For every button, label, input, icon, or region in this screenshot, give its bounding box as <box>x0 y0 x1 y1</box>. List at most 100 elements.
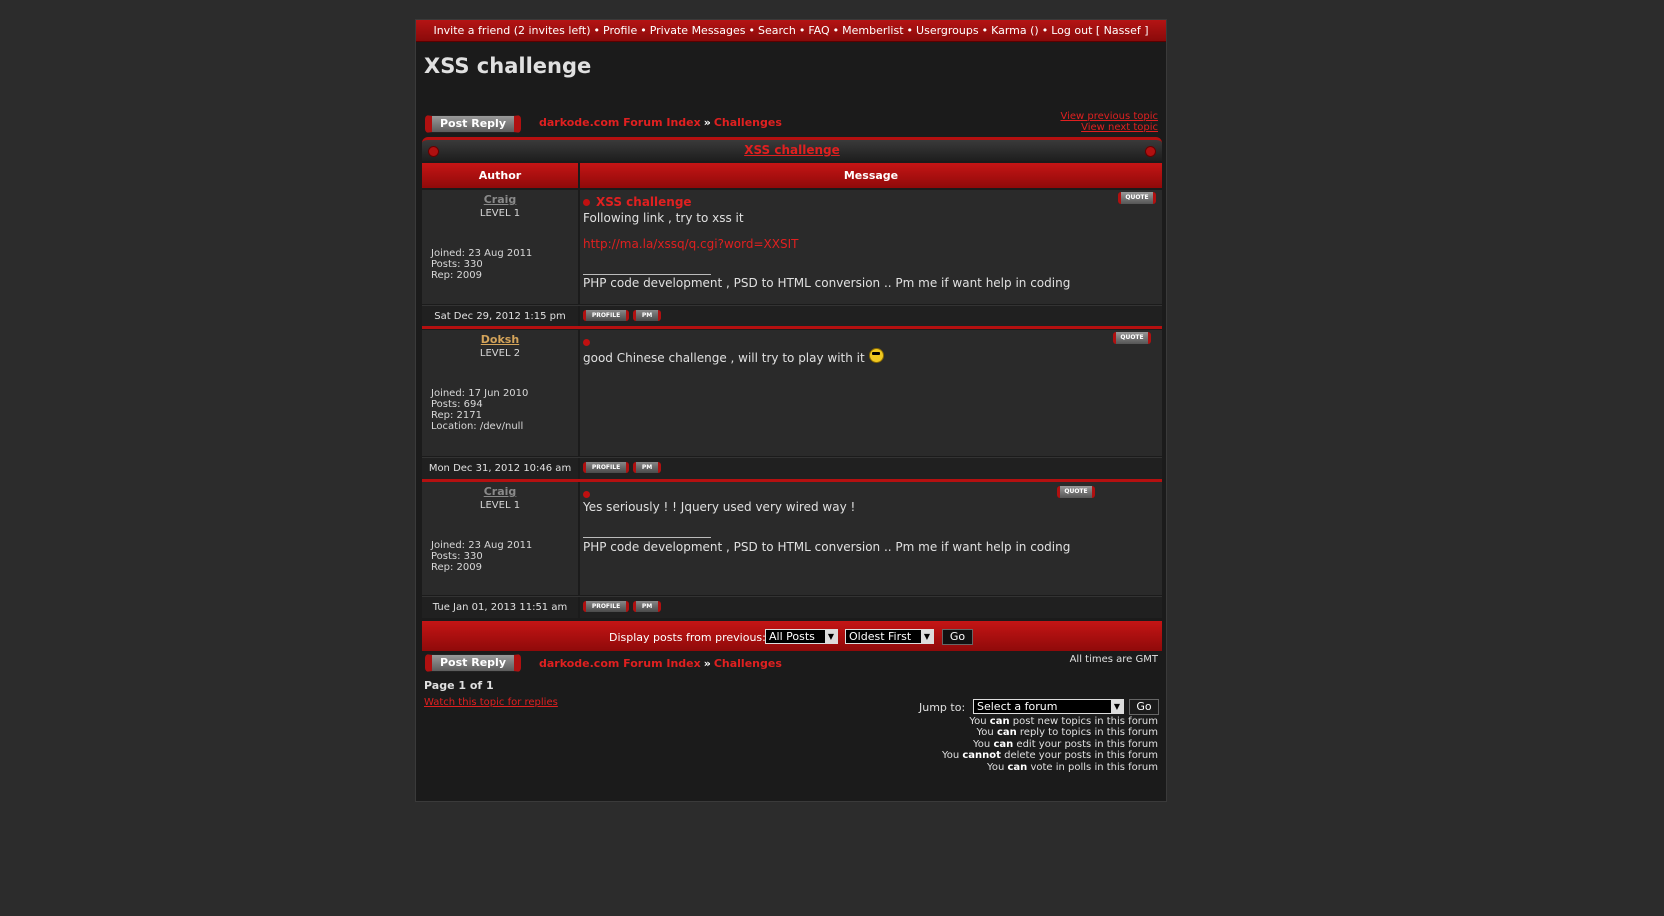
post-subject <box>583 487 596 501</box>
nav-faq[interactable]: FAQ <box>808 24 829 37</box>
topic-title-bar: XSS challenge <box>422 137 1162 161</box>
author-name-link[interactable]: Craig <box>422 193 578 206</box>
post-subject: XSS challenge <box>583 195 692 209</box>
author-info: Joined: 23 Aug 2011 Posts: 330 Rep: 2009 <box>431 540 532 573</box>
profile-button[interactable]: PROFILE <box>583 601 629 612</box>
permission-line: You can post new topics in this forum <box>969 716 1158 727</box>
nav-separator: • <box>906 24 914 37</box>
profile-button[interactable]: PROFILE <box>583 462 629 473</box>
nav-private-messages[interactable]: Private Messages <box>650 24 746 37</box>
author-level: LEVEL 2 <box>479 348 521 359</box>
nav-profile[interactable]: Profile <box>603 24 637 37</box>
pm-button[interactable]: PM <box>633 462 661 473</box>
nav-separator: • <box>640 24 647 37</box>
author-posts: Posts: 694 <box>431 399 483 410</box>
nav-memberlist[interactable]: Memberlist <box>842 24 903 37</box>
nav-search[interactable]: Search <box>758 24 796 37</box>
jump-forum-select[interactable]: Select a forum ▼ <box>973 699 1124 714</box>
post-date: Mon Dec 31, 2012 10:46 am <box>422 458 580 479</box>
pm-button[interactable]: PM <box>633 601 661 612</box>
post-body: Yes seriously ! ! Jquery used very wired… <box>583 500 856 514</box>
author-location: Location: /dev/null <box>431 421 524 432</box>
post-icon <box>583 491 590 498</box>
author-column-header: Author <box>422 163 578 188</box>
breadcrumb-challenges[interactable]: Challenges <box>714 657 782 670</box>
posts-order-select[interactable]: Oldest First ▼ <box>845 629 934 644</box>
jump-to-label: Jump to: <box>919 701 966 714</box>
signature-divider <box>583 537 711 538</box>
chevron-down-icon: ▼ <box>825 630 837 643</box>
nav-separator: • <box>1041 24 1049 37</box>
author-joined: Joined: 23 Aug 2011 <box>431 248 533 259</box>
permission-line: You can reply to topics in this forum <box>976 727 1158 739</box>
post-signature: PHP code development , PSD to HTML conve… <box>583 276 1071 290</box>
permission-line: You cannot delete your posts in this for… <box>941 750 1158 762</box>
previous-topic-link[interactable]: View previous topic <box>1060 111 1158 122</box>
breadcrumb-arrow: » <box>703 116 711 129</box>
posts-period-select[interactable]: All Posts ▼ <box>765 629 838 644</box>
top-navigation: Invite a friend (2 invites left) • Profile… <box>416 20 1166 42</box>
profile-button[interactable]: PROFILE <box>583 310 629 321</box>
post-message: XSS challenge Following link , try to xs… <box>580 190 1162 304</box>
post-separator <box>422 326 1162 329</box>
quote-button[interactable]: QUOTE <box>1057 486 1095 498</box>
author-joined: Joined: 17 Jun 2010 <box>431 388 529 399</box>
nav-separator: • <box>748 24 756 37</box>
author-level: LEVEL 1 <box>479 500 521 511</box>
post-footer: Tue Jan 01, 2013 11:51 am PROFILE PM <box>422 596 1162 618</box>
author-name-link[interactable]: Craig <box>422 485 578 498</box>
post-reply-button[interactable]: Post Reply <box>425 115 521 133</box>
post-author-panel: Craig LEVEL 1 Joined: 23 Aug 2011 Posts:… <box>422 482 580 595</box>
nav-karma[interactable]: Karma () <box>991 24 1039 37</box>
post-author-panel: Doksh LEVEL 2 Joined: 17 Jun 2010 Posts:… <box>422 330 580 456</box>
author-posts: Posts: 330 <box>431 259 483 270</box>
author-rep: Rep: 2009 <box>431 562 482 573</box>
nav-separator: • <box>593 24 601 37</box>
breadcrumb-arrow: » <box>703 657 711 670</box>
title-bar-dot-icon <box>1145 146 1156 157</box>
page-info: Page 1 of 1 <box>424 679 494 692</box>
jump-go-button[interactable]: Go <box>1129 699 1159 715</box>
timezone-note: All times are GMT <box>1069 654 1158 665</box>
author-posts: Posts: 330 <box>431 551 483 562</box>
message-column-header: Message <box>580 163 1162 188</box>
breadcrumb-challenges[interactable]: Challenges <box>714 116 782 129</box>
author-rep: Rep: 2009 <box>431 270 482 281</box>
breadcrumb: darkode.com Forum Index» Challenges <box>539 116 782 129</box>
post-link[interactable]: http://ma.la/xssq/q.cgi?word=XXSIT <box>583 237 798 251</box>
post-subject-text: XSS challenge <box>596 195 692 209</box>
signature-divider <box>583 274 711 275</box>
display-go-button[interactable]: Go <box>942 629 973 645</box>
post-signature: PHP code development , PSD to HTML conve… <box>583 540 1071 554</box>
author-name-link[interactable]: Doksh <box>422 333 578 346</box>
post-icon <box>583 339 590 346</box>
author-rep: Rep: 2171 <box>431 410 482 421</box>
post-date: Sat Dec 29, 2012 1:15 pm <box>422 306 580 327</box>
nav-logout[interactable]: Log out [ Nassef ] <box>1051 24 1148 37</box>
post-author-panel: Craig LEVEL 1 Joined: 23 Aug 2011 Posts:… <box>422 190 580 304</box>
breadcrumb-forum-index[interactable]: darkode.com Forum Index <box>539 657 701 670</box>
next-topic-link[interactable]: View next topic <box>1060 122 1158 133</box>
quote-button[interactable]: QUOTE <box>1118 192 1156 204</box>
post-footer: Sat Dec 29, 2012 1:15 pm PROFILE PM <box>422 305 1162 327</box>
title-bar-dot-icon <box>428 146 439 157</box>
quote-button[interactable]: QUOTE <box>1113 332 1151 344</box>
nav-invite[interactable]: Invite a friend (2 invites left) <box>433 24 590 37</box>
post-reply-button-bottom[interactable]: Post Reply <box>425 654 521 672</box>
jump-forum-value: Select a forum <box>977 700 1058 713</box>
post-body: good Chinese challenge , will try to pla… <box>583 348 884 366</box>
page-title: XSS challenge <box>424 54 592 78</box>
display-posts-label: Display posts from previous: <box>609 631 766 644</box>
post-icon <box>583 199 590 206</box>
permission-line: You can edit your posts in this forum <box>973 738 1158 750</box>
watch-topic-link[interactable]: Watch this topic for replies <box>424 697 558 708</box>
breadcrumb-bottom: darkode.com Forum Index» Challenges <box>539 657 782 670</box>
nav-separator: • <box>981 24 989 37</box>
breadcrumb-forum-index[interactable]: darkode.com Forum Index <box>539 116 701 129</box>
pm-button[interactable]: PM <box>633 310 661 321</box>
chevron-down-icon: ▼ <box>1111 700 1123 713</box>
permissions-list: You can post new topics in this forum Yo… <box>942 716 1158 773</box>
topic-title-link[interactable]: XSS challenge <box>744 143 840 157</box>
post-date: Tue Jan 01, 2013 11:51 am <box>422 597 580 618</box>
nav-usergroups[interactable]: Usergroups <box>916 24 979 37</box>
